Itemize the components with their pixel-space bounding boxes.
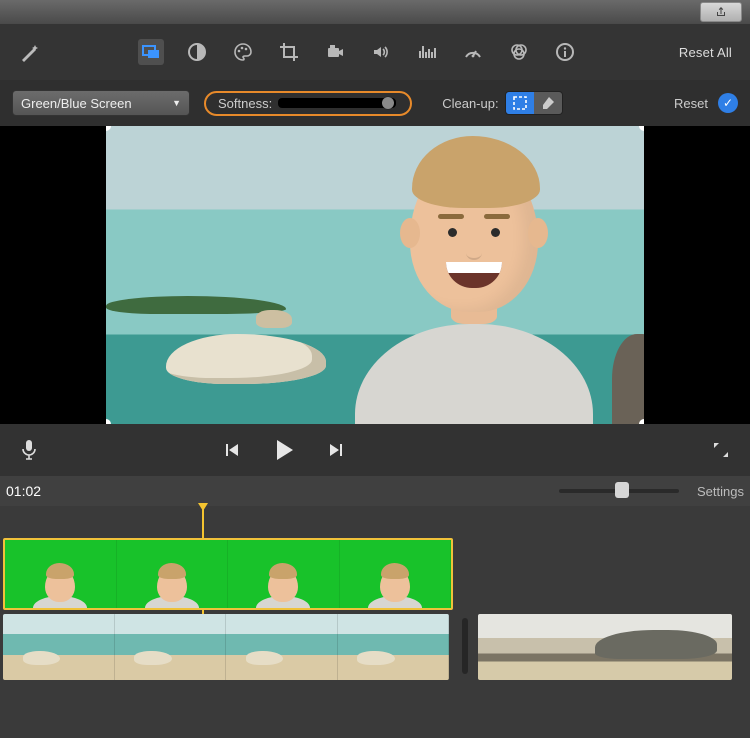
softness-label: Softness: (218, 96, 272, 111)
filter-tool[interactable] (506, 39, 532, 65)
noise-tool[interactable] (414, 39, 440, 65)
beach-background-clip[interactable] (3, 614, 449, 680)
enhance-wand-button[interactable] (18, 40, 42, 64)
clip-thumbnail (478, 614, 732, 680)
timecode-display: 01:02 (6, 483, 41, 499)
crop-icon (279, 42, 299, 62)
beach-broll-clip[interactable] (478, 614, 732, 680)
overlay-reset-button[interactable]: Reset (674, 96, 708, 111)
timeline-header: 01:02 Settings (0, 476, 750, 506)
zoom-slider-thumb[interactable] (615, 482, 629, 498)
overlay-icon (141, 42, 161, 62)
volume-tool[interactable] (368, 39, 394, 65)
stabilize-tool[interactable] (322, 39, 348, 65)
clip-thumbnail (5, 540, 117, 608)
transport-bar (0, 424, 750, 476)
skip-forward-button[interactable] (327, 440, 347, 460)
clip-thumbnail (338, 614, 450, 680)
cleanup-label: Clean-up: (442, 96, 498, 111)
timeline-zoom-slider[interactable] (559, 489, 679, 493)
clip-thumbnail (340, 540, 452, 608)
window-titlebar (0, 0, 750, 24)
voiceover-button[interactable] (20, 439, 38, 461)
clip-thumbnail (117, 540, 229, 608)
expand-icon (712, 441, 730, 459)
info-icon (555, 42, 575, 62)
resize-handle-bottom-right[interactable] (639, 419, 644, 424)
wand-icon (18, 40, 42, 64)
microphone-icon (20, 439, 38, 461)
resize-handle-top-right[interactable] (639, 126, 644, 131)
crop-tool[interactable] (276, 39, 302, 65)
softness-slider[interactable] (278, 96, 396, 110)
cleanup-erase-button[interactable] (534, 92, 562, 114)
preview-frame[interactable] (106, 126, 644, 424)
reset-all-button[interactable]: Reset All (679, 45, 732, 60)
share-icon (715, 6, 727, 18)
camera-icon (325, 42, 345, 62)
play-button[interactable] (271, 437, 297, 463)
color-tool[interactable] (230, 39, 256, 65)
preview-viewer (0, 126, 750, 424)
inspector-toolbar: Reset All (0, 24, 750, 80)
clip-gap-handle[interactable] (462, 618, 468, 674)
background-rock (166, 334, 326, 384)
speaker-icon (371, 42, 391, 62)
skip-back-button[interactable] (221, 440, 241, 460)
clip-thumbnail (226, 614, 338, 680)
overlay-applied-checkmark[interactable]: ✓ (718, 93, 738, 113)
share-button[interactable] (700, 2, 742, 22)
play-icon (271, 437, 297, 463)
timeline[interactable] (0, 506, 750, 738)
resize-handle-top-left[interactable] (106, 126, 111, 131)
playback-controls (221, 437, 347, 463)
contrast-tool[interactable] (184, 39, 210, 65)
equalizer-icon (417, 42, 437, 62)
cleanup-crop-button[interactable] (506, 92, 534, 114)
clip-thumbnail (3, 614, 115, 680)
cleanup-segmented-control[interactable] (505, 91, 563, 115)
softness-control-highlight: Softness: (204, 91, 412, 116)
overlay-mode-dropdown[interactable]: Green/Blue Screen ▼ (12, 90, 190, 116)
inspector-tool-icons (138, 39, 578, 65)
resize-handle-bottom-left[interactable] (106, 419, 111, 424)
crop-region-icon (512, 95, 528, 111)
gauge-icon (463, 42, 483, 62)
eraser-icon (540, 95, 556, 111)
clip-thumbnail (228, 540, 340, 608)
overlay-tool[interactable] (138, 39, 164, 65)
filters-icon (509, 42, 529, 62)
info-tool[interactable] (552, 39, 578, 65)
background-rock-right (612, 334, 644, 424)
clip-thumbnail (115, 614, 227, 680)
skip-forward-icon (327, 440, 347, 460)
skip-back-icon (221, 440, 241, 460)
speed-tool[interactable] (460, 39, 486, 65)
contrast-icon (187, 42, 207, 62)
chevron-down-icon: ▼ (172, 98, 181, 108)
background-island (106, 288, 296, 328)
greenscreen-clip[interactable] (3, 538, 453, 610)
overlay-controls-bar: Green/Blue Screen ▼ Softness: Clean-up: … (0, 80, 750, 126)
fullscreen-button[interactable] (712, 441, 730, 459)
palette-icon (233, 42, 253, 62)
foreground-person (354, 304, 594, 424)
cleanup-group: Clean-up: (442, 91, 562, 115)
slider-track (278, 98, 396, 108)
overlay-mode-label: Green/Blue Screen (21, 96, 132, 111)
timeline-settings-button[interactable]: Settings (697, 484, 744, 499)
